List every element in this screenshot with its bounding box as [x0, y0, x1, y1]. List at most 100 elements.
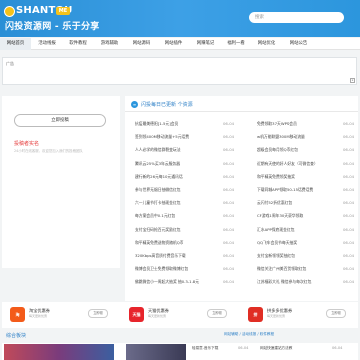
coupon-card-taobao[interactable]: 淘 淘宝优惠券 每天更新优惠 立即领	[2, 302, 120, 328]
news-item-title[interactable]: 抗疫最美德阳[1-5元]会员	[135, 121, 178, 127]
logo-badge: ME	[56, 7, 70, 15]
news-item[interactable]: 免费领取37天WPS会员 06-04	[257, 121, 357, 129]
news-item[interactable]: 汇水APP保底现金红包 06-04	[257, 227, 357, 235]
news-item-date: 06-04	[223, 173, 235, 179]
news-item-title[interactable]: 微信关注广州美百货领取红包	[257, 266, 306, 272]
news-item-title[interactable]: 和平精英免费送物资随机Q币	[135, 240, 184, 246]
news-item[interactable]: 签到领400M移动流量+5元话费 06-04	[135, 134, 237, 142]
news-item-date: 06-04	[343, 239, 355, 245]
news-item-title[interactable]: 下载同城APP领取50-15话费话费	[257, 187, 313, 193]
news-item[interactable]: 抗疫最美德阳[1-5元]会员 06-04	[135, 121, 237, 129]
news-item-title[interactable]: 微博会员卫士免费领取微博红包	[135, 266, 188, 272]
news-item-date: 06-04	[223, 226, 235, 232]
nav-item-game-assist[interactable]: 游戏辅助	[94, 38, 125, 50]
news-item[interactable]: 参与世界无烟日抽微信红包 06-04	[135, 187, 237, 195]
claim-button[interactable]: 立即领	[326, 309, 346, 318]
news-item[interactable]: 每方案会员中0.1元红包 06-04	[135, 213, 237, 221]
featured-thumbnail[interactable]	[126, 344, 186, 360]
ad-banner[interactable]: 广告 x	[2, 57, 357, 85]
news-item-date: 06-04	[223, 200, 235, 206]
news-item-date: 06-04	[223, 279, 235, 285]
news-item[interactable]: 支付宝扫码抢百元奖励红包 06-04	[135, 227, 237, 235]
news-item-date: 06-04	[223, 213, 235, 219]
tmall-icon: 天猫	[129, 307, 144, 322]
news-item[interactable]: 江苏福彩大礼 微信参与每次红包 06-04	[257, 279, 357, 287]
nav-item-notes[interactable]: 网赚笔记	[190, 38, 221, 50]
section-date: 06-04	[332, 346, 343, 350]
ad-resize-icon: x	[350, 78, 355, 83]
main-nav: 网站首页 活动线报 软件教程 游戏辅助 网站源码 网站插件 网赚笔记 福利一看 …	[0, 38, 360, 50]
nav-item-source-code[interactable]: 网站源码	[126, 38, 157, 50]
news-item-title[interactable]: 免费领取37天WPS会员	[257, 121, 297, 127]
news-item-title[interactable]: w机万能联盟300M移动流量	[257, 134, 305, 140]
claim-button[interactable]: 立即领	[88, 309, 108, 318]
section-tabs[interactable]: 网站辅助 / 活动线报 / 软件教程	[224, 332, 274, 337]
nav-item-tutorials[interactable]: 软件教程	[63, 38, 93, 50]
news-item-title[interactable]: CF游戏1周年30天豪华领取	[257, 213, 303, 219]
news-item-title[interactable]: 320Kbps高音质付费音乐下载	[135, 253, 186, 259]
news-item-title[interactable]: QQ飞车会员节每天抽奖	[257, 240, 297, 246]
news-item-title[interactable]: 参与世界无烟日抽微信红包	[135, 187, 181, 193]
news-item[interactable]: 六一儿童节打卡抽现金红包 06-04	[135, 200, 237, 208]
news-item-title[interactable]: 签到领400M移动流量+5元话费	[135, 134, 189, 140]
news-item[interactable]: 和平精英免费送物资随机Q币 06-04	[135, 240, 237, 248]
search-input[interactable]: 搜索	[249, 12, 344, 23]
news-item-date: 06-04	[343, 226, 355, 232]
section-date: 06-04	[238, 346, 249, 350]
submit-post-button[interactable]: 立即投稿	[14, 114, 106, 127]
news-item-title[interactable]: 腾讯云25%买3年云服务器	[135, 161, 180, 167]
news-item-title[interactable]: 云闪付52折优惠红包	[257, 200, 292, 206]
news-item[interactable]: CF游戏1周年30天豪华领取 06-04	[257, 213, 357, 221]
site-logo[interactable]: SHANTOU ME 闪投资源网 - 乐于分享	[4, 5, 99, 34]
taobao-icon: 淘	[10, 307, 25, 322]
news-item[interactable]: 佛跳微信小一周起大抽奖 抽0.3-1.8元 06-04	[135, 279, 237, 287]
news-item[interactable]: 微博会员卫士免费领取微博红包 06-04	[135, 266, 237, 274]
ad-label: 广告	[6, 61, 14, 66]
nav-item-home[interactable]: 网站首页	[0, 38, 31, 50]
news-item[interactable]: 下载同城APP领取50-15话费话费 06-04	[257, 187, 357, 195]
news-item-title[interactable]: 支付宝新领领奖抽红包	[257, 253, 295, 259]
news-item-date: 06-04	[343, 200, 355, 206]
news-item-title[interactable]: 近期有天使的好人好友（可微信查）	[257, 161, 318, 167]
news-item-date: 06-04	[343, 253, 355, 258]
news-item[interactable]: w机万能联盟300M移动流量 06-04	[257, 134, 357, 142]
news-item-title[interactable]: 汇水APP保底现金红包	[257, 227, 295, 233]
news-item-title[interactable]: 和平精英免费领奖抽奖	[257, 174, 295, 180]
news-item-title[interactable]: 江苏福彩大礼 微信参与每次红包	[257, 279, 311, 285]
news-item[interactable]: 近期有天使的好人好友（可微信查） 06-04	[257, 161, 357, 169]
news-item-title[interactable]: 人人必学的微信群裂变玩法	[135, 147, 181, 153]
coupon-card-tmall[interactable]: 天猫 天猫优惠券 每天更新优惠 立即领	[121, 302, 239, 328]
section-body: 轻易意.音乐下载 06-04 网站快速建站方法教 06-04	[2, 343, 358, 360]
news-item[interactable]: 腾讯云25%买3年云服务器 06-04	[135, 161, 237, 169]
news-item[interactable]: 和平精英免费领奖抽奖 06-04	[257, 174, 357, 182]
section-item[interactable]: 轻易意.音乐下载	[192, 346, 218, 351]
nav-item-activity[interactable]: 活动线报	[32, 38, 62, 50]
nav-item-announcements[interactable]: 网站公告	[283, 38, 314, 50]
news-item[interactable]: 支付宝新领领奖抽红包 06-04	[257, 253, 357, 261]
news-item-title[interactable]: 支付宝扫码抢百元奖励红包	[135, 227, 181, 233]
news-item[interactable]: 微信关注广州美百货领取红包 06-04	[257, 266, 357, 274]
news-item-title[interactable]: 六一儿童节打卡抽现金红包	[135, 200, 181, 206]
news-list-icon: ≡	[131, 101, 138, 108]
news-item-title[interactable]: 佛跳微信小一周起大抽奖 抽0.3-1.8元	[135, 279, 199, 285]
nav-item-welfare[interactable]: 福利一看	[222, 38, 250, 50]
nav-item-plugins[interactable]: 网站插件	[158, 38, 189, 50]
nav-item-seo[interactable]: 网站优化	[251, 38, 282, 50]
news-item-date: 06-04	[343, 160, 355, 166]
coupon-strip: 淘 淘宝优惠券 每天更新优惠 立即领 天猫 天猫优惠券 每天更新优惠 立即领 拼…	[2, 302, 358, 328]
claim-button[interactable]: 立即领	[207, 309, 227, 318]
news-item-title[interactable]: 超级会员每月领Q币红包	[257, 147, 298, 153]
news-item-title[interactable]: 每方案会员中0.1元红包	[135, 213, 175, 219]
news-item[interactable]: QQ飞车会员节每天抽奖 06-04	[257, 240, 357, 248]
news-item[interactable]: 人人必学的微信群裂变玩法 06-04	[135, 147, 237, 155]
news-item[interactable]: 云闪付52折优惠红包 06-04	[257, 200, 357, 208]
news-item-title[interactable]: 建行新的26元每10元通讯话	[135, 174, 183, 180]
news-item[interactable]: 建行新的26元每10元通讯话 06-04	[135, 174, 237, 182]
news-item[interactable]: 超级会员每月领Q币红包 06-04	[257, 147, 357, 155]
coupon-card-pinduoduo[interactable]: 拼 拼多多优惠券 每天更新优惠 立即领	[240, 302, 358, 328]
news-panel: ≡ 闪投每日已更新 个资源 抗疫最美德阳[1-5元]会员 06-04 签到领400M…	[125, 96, 358, 301]
featured-thumbnail[interactable]	[4, 344, 114, 360]
section-item[interactable]: 网站快速建站方法教	[260, 346, 292, 351]
news-item[interactable]: 320Kbps高音质付费音乐下载 06-04	[135, 253, 237, 261]
news-item-date: 06-04	[343, 187, 355, 192]
